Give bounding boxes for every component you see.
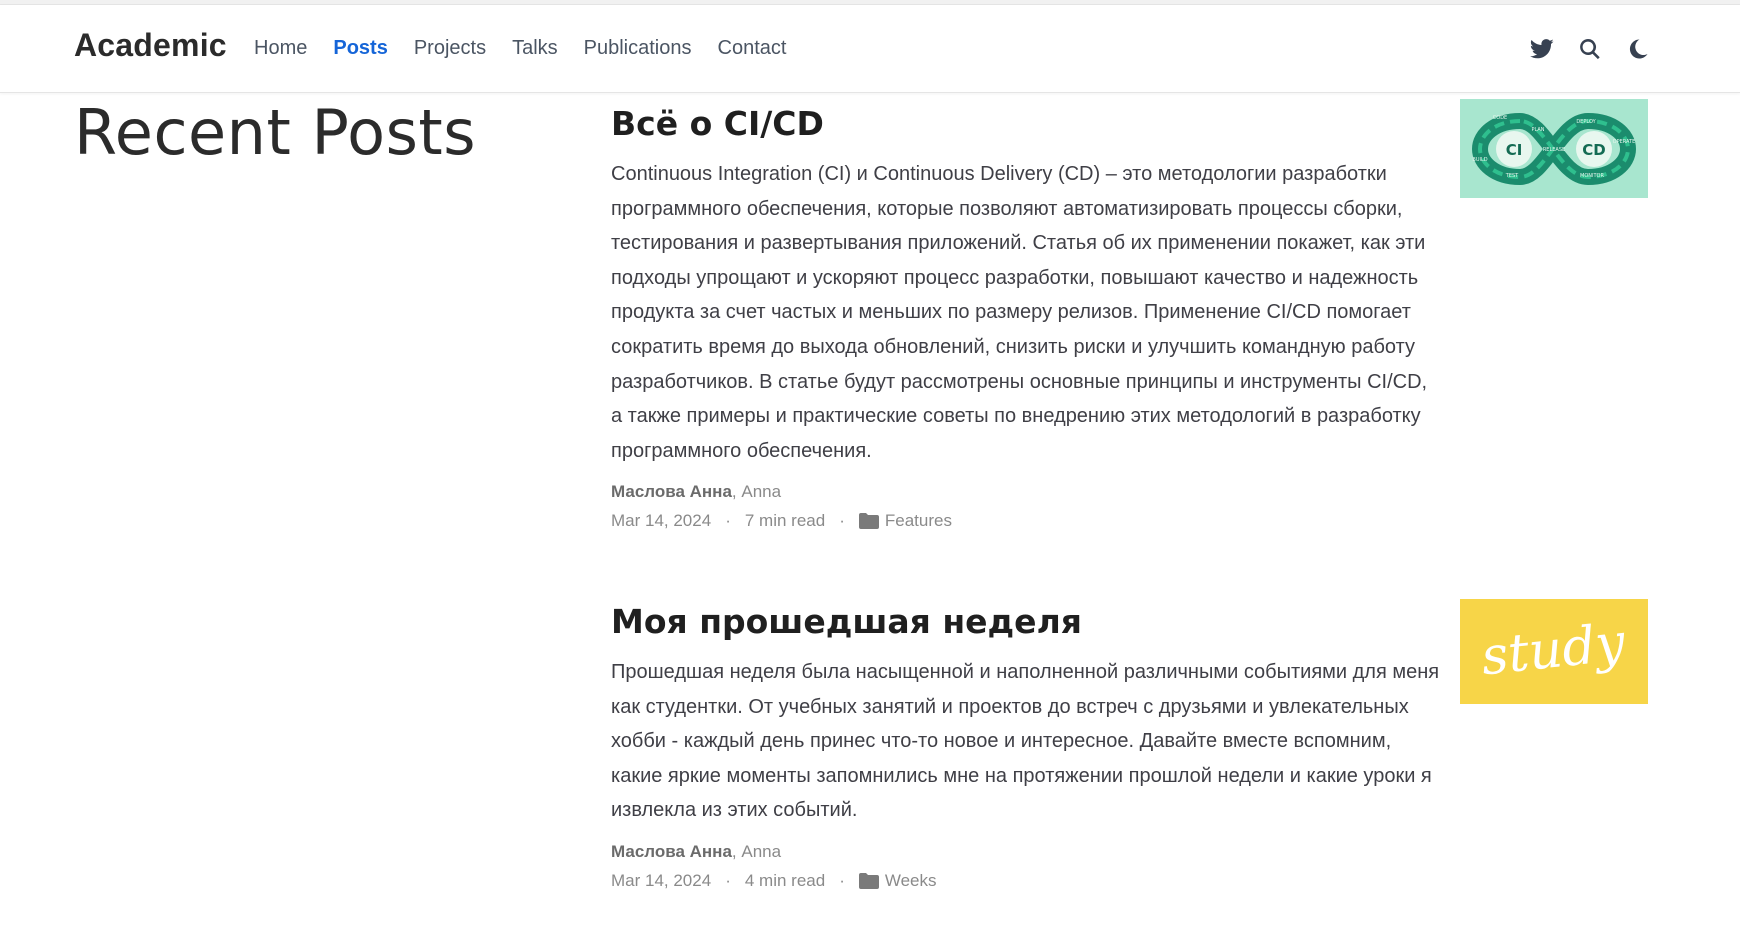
nav-link-publications[interactable]: Publications: [584, 37, 692, 60]
nav-link-talks[interactable]: Talks: [512, 37, 558, 60]
twitter-icon[interactable]: [1528, 35, 1556, 63]
site-brand[interactable]: Academic: [74, 27, 227, 64]
post-thumbnail-cicd[interactable]: CI CD CODE PLAN BUILD TEST RELEASE DEPLO…: [1460, 99, 1648, 198]
meta-separator: ·: [725, 511, 731, 531]
main-nav: Home Posts Projects Talks Publications C…: [254, 37, 812, 60]
meta-separator: ·: [725, 870, 731, 890]
folder-icon: [858, 872, 879, 889]
thumb-step-label: CODE: [1493, 115, 1507, 121]
post-meta: Mar 14, 2024 · 7 min read · Features: [611, 511, 1651, 531]
post-thumbnail-study[interactable]: study: [1460, 599, 1648, 704]
post-category[interactable]: Weeks: [885, 871, 937, 891]
nav-link-posts[interactable]: Posts: [333, 37, 387, 60]
folder-icon: [858, 513, 879, 530]
author-name: Маслова Анна: [611, 841, 732, 861]
thumb-cd-label: CD: [1582, 141, 1605, 159]
nav-link-contact[interactable]: Contact: [718, 37, 787, 60]
thumb-step-label: OPERATE: [1613, 139, 1636, 145]
post-summary: Continuous Integration (CI) и Continuous…: [611, 163, 1428, 462]
thumb-step-label: MONITOR: [1580, 173, 1604, 179]
nav-link-projects[interactable]: Projects: [414, 37, 486, 60]
search-icon[interactable]: [1576, 35, 1604, 63]
author-name: Маслова Анна: [611, 482, 732, 502]
post-authors: Маслова Анна, Anna: [611, 482, 1651, 502]
meta-separator: ·: [839, 870, 845, 890]
post-meta: Mar 14, 2024 · 4 min read · Weeks: [611, 871, 1651, 891]
thumb-step-label: PLAN: [1531, 127, 1544, 133]
thumb-step-label: TEST: [1505, 173, 1519, 179]
thumb-step-label: RELEASE: [1543, 147, 1565, 153]
thumb-step-label: DEPLOY: [1576, 119, 1596, 125]
post-date: Mar 14, 2024: [611, 870, 712, 890]
page-title: Recent Posts: [74, 96, 477, 169]
thumb-ci-label: CI: [1506, 141, 1523, 159]
nav-link-home[interactable]: Home: [254, 37, 307, 60]
author-alias: , Anna: [731, 841, 782, 861]
read-time: 4 min read: [744, 870, 826, 890]
post-summary: Прошедшая неделя была насыщенной и напол…: [611, 661, 1440, 822]
read-time: 7 min read: [744, 511, 826, 531]
post-category[interactable]: Features: [885, 511, 952, 531]
moon-icon[interactable]: [1624, 35, 1652, 63]
post-date: Mar 14, 2024: [611, 511, 712, 531]
author-alias: , Anna: [731, 482, 782, 502]
thumb-step-label: BUILD: [1472, 157, 1487, 163]
top-navbar: Academic Home Posts Projects Talks Publi…: [0, 5, 1740, 93]
post-authors: Маслова Анна, Anna: [611, 842, 1651, 862]
meta-separator: ·: [839, 511, 845, 531]
nav-icons: [1508, 35, 1652, 63]
